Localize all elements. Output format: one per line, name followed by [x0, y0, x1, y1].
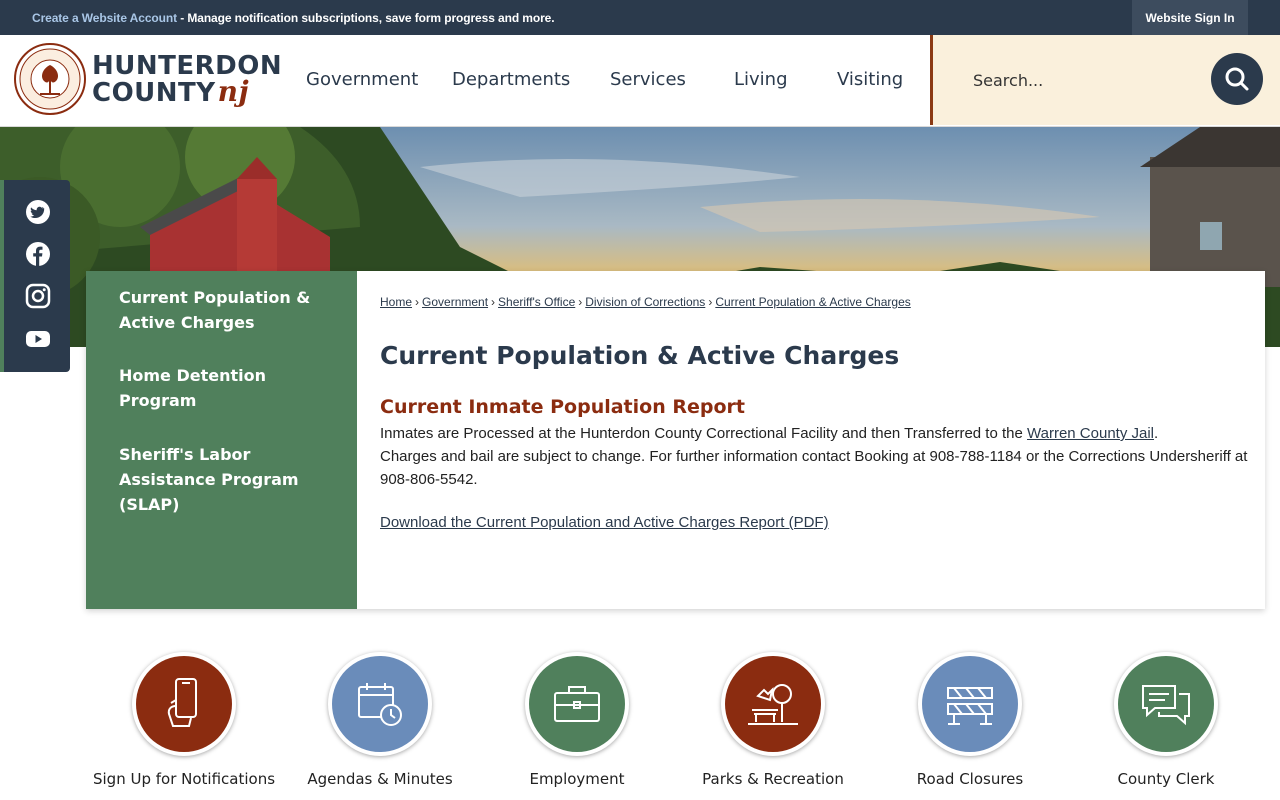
quick-link-label: County Clerk: [1117, 770, 1215, 788]
quick-link-inner: [1118, 656, 1214, 752]
create-account-link[interactable]: Create a Website Account: [32, 11, 177, 25]
quick-link-circle: [918, 652, 1022, 756]
account-description: - Manage notification subscriptions, sav…: [176, 11, 555, 25]
account-message: Create a Website Account - Manage notifi…: [32, 11, 555, 25]
warren-county-jail-link[interactable]: Warren County Jail: [1027, 425, 1154, 442]
briefcase-icon: [554, 686, 600, 722]
nav-living[interactable]: Living: [734, 69, 788, 90]
breadcrumb-home[interactable]: Home: [380, 295, 412, 309]
quick-link-circle: [721, 652, 825, 756]
breadcrumb-separator: ›: [708, 295, 713, 309]
quick-link-label: Road Closures: [916, 770, 1024, 788]
nav-departments[interactable]: Departments: [452, 69, 570, 90]
breadcrumb-separator: ›: [491, 295, 496, 309]
quick-link-label: Employment: [529, 770, 625, 788]
breadcrumb-current-page[interactable]: Current Population & Active Charges: [715, 295, 910, 309]
top-bar: Create a Website Account - Manage notifi…: [0, 0, 1280, 35]
search-button[interactable]: [1211, 53, 1263, 105]
calendar-clock-icon: [358, 683, 402, 726]
logo-nj: nj: [217, 75, 250, 108]
breadcrumb: Home › Government › Sheriff's Office › Divisio…: [380, 295, 911, 309]
quick-link-circle: [525, 652, 629, 756]
breadcrumb-government[interactable]: Government: [422, 295, 488, 309]
search-input[interactable]: [973, 65, 1193, 95]
park-icon: [748, 684, 798, 725]
sidebar-item-current-population[interactable]: Current Population & Active Charges: [119, 285, 329, 335]
quick-link-inner: [725, 656, 821, 752]
instagram-icon: [25, 283, 51, 309]
instagram-link[interactable]: [24, 282, 52, 310]
logo-line-1: HUNTERDON: [92, 51, 283, 81]
description-text: Inmates are Processed at the Hunterdon C…: [380, 425, 1028, 442]
twitter-link[interactable]: [24, 198, 52, 226]
quick-link-label: Agendas & Minutes: [307, 770, 453, 788]
quick-link-agendas[interactable]: Agendas & Minutes: [282, 652, 478, 788]
quick-link-county-clerk[interactable]: County Clerk: [1068, 652, 1264, 788]
quick-link-inner: [136, 656, 232, 752]
youtube-icon: [26, 331, 50, 347]
breadcrumb-separator: ›: [415, 295, 420, 309]
quick-link-employment[interactable]: Employment: [479, 652, 675, 788]
quick-link-parks[interactable]: Parks & Recreation: [675, 652, 871, 788]
sidebar-item-home-detention[interactable]: Home Detention Program: [119, 363, 329, 413]
quick-link-circle: [328, 652, 432, 756]
barricade-icon: [947, 687, 993, 725]
logo-line-2: COUNTY: [92, 78, 216, 108]
contact-text: Charges and bail are subject to change. …: [380, 448, 1248, 488]
quick-link-label: Parks & Recreation: [702, 770, 844, 788]
quick-link-circle: [1114, 652, 1218, 756]
nav-services[interactable]: Services: [610, 69, 686, 90]
breadcrumb-division-corrections[interactable]: Division of Corrections: [585, 295, 705, 309]
quick-link-label: Sign Up for Notifications: [92, 770, 276, 788]
facebook-link[interactable]: [24, 240, 52, 268]
quick-link-road-closures[interactable]: Road Closures: [872, 652, 1068, 788]
quick-link-inner: [922, 656, 1018, 752]
search-area: [930, 35, 1280, 125]
section-title: Current Inmate Population Report: [380, 396, 745, 418]
breadcrumb-sheriffs-office[interactable]: Sheriff's Office: [498, 295, 575, 309]
section-sidebar: Current Population & Active Charges Home…: [86, 271, 357, 609]
download-report-pdf-link[interactable]: Download the Current Population and Acti…: [380, 514, 829, 531]
report-description: Inmates are Processed at the Hunterdon C…: [380, 422, 1250, 491]
phone-icon: [167, 678, 197, 727]
chat-icon: [1142, 685, 1190, 726]
youtube-link[interactable]: [24, 325, 52, 353]
quick-link-notifications[interactable]: Sign Up for Notifications: [86, 652, 282, 788]
county-seal-logo[interactable]: [14, 43, 86, 115]
nav-visiting[interactable]: Visiting: [837, 69, 903, 90]
breadcrumb-separator: ›: [578, 295, 583, 309]
page-title: Current Population & Active Charges: [380, 341, 900, 370]
social-media-bar: [0, 180, 70, 372]
facebook-icon: [26, 242, 50, 266]
site-header: HUNTERDON COUNTYnj Government Department…: [0, 35, 1280, 127]
quick-link-inner: [332, 656, 428, 752]
description-period: .: [1154, 425, 1159, 442]
search-icon: [1225, 67, 1249, 91]
sidebar-item-slap[interactable]: Sheriff's Labor Assistance Program (SLAP…: [119, 442, 329, 517]
quick-link-inner: [529, 656, 625, 752]
main-content-card: Current Population & Active Charges Home…: [86, 271, 1265, 609]
website-sign-in-button[interactable]: Website Sign In: [1132, 0, 1248, 35]
county-wordmark[interactable]: HUNTERDON COUNTYnj: [92, 53, 282, 106]
twitter-icon: [26, 200, 50, 224]
nav-government[interactable]: Government: [306, 69, 418, 90]
quick-link-circle: [132, 652, 236, 756]
